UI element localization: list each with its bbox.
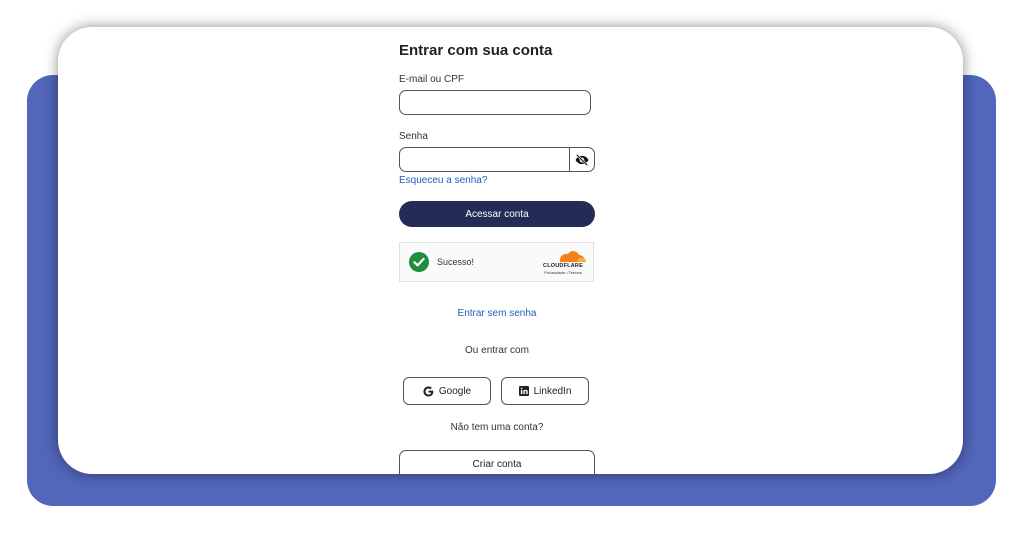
linkedin-button-label: LinkedIn [533,385,572,397]
linkedin-login-button[interactable]: LinkedIn [501,377,589,405]
cloudflare-logo: CLOUDFLARE Privacidade • Termos [537,249,589,277]
eye-off-icon [575,153,589,166]
google-login-button[interactable]: Google [403,377,491,405]
success-check-icon [409,252,429,272]
passwordless-login-link[interactable]: Entrar sem senha [399,308,595,319]
screenshot-stage: Entrar com sua conta E-mail ou CPF Senha… [0,0,1024,536]
linkedin-icon [518,386,529,396]
email-label: E-mail ou CPF [399,74,465,85]
cloudflare-links[interactable]: Privacidade • Termos [537,270,589,275]
password-field[interactable] [399,147,570,172]
google-button-label: Google [438,385,472,397]
cloudflare-wordmark: CLOUDFLARE [543,263,583,269]
email-field[interactable] [399,90,591,115]
no-account-text: Não tem uma conta? [450,422,544,433]
google-icon [423,385,434,397]
cloudflare-cloud-icon [559,251,586,262]
captcha-widget: Sucesso! CLOUDFLARE Privacidade • Termos [399,242,594,282]
login-card: Entrar com sua conta E-mail ou CPF Senha… [58,27,963,474]
password-label: Senha [399,131,428,142]
alt-login-text: Ou entrar com [465,345,529,356]
page-title: Entrar com sua conta [399,42,553,59]
password-field-group [399,147,595,172]
captcha-status-text: Sucesso! [437,257,475,267]
password-visibility-toggle[interactable] [569,147,595,172]
forgot-password-link[interactable]: Esqueceu a senha? [399,175,487,186]
submit-login-button[interactable]: Acessar conta [399,201,595,227]
create-account-button[interactable]: Criar conta [399,450,595,474]
